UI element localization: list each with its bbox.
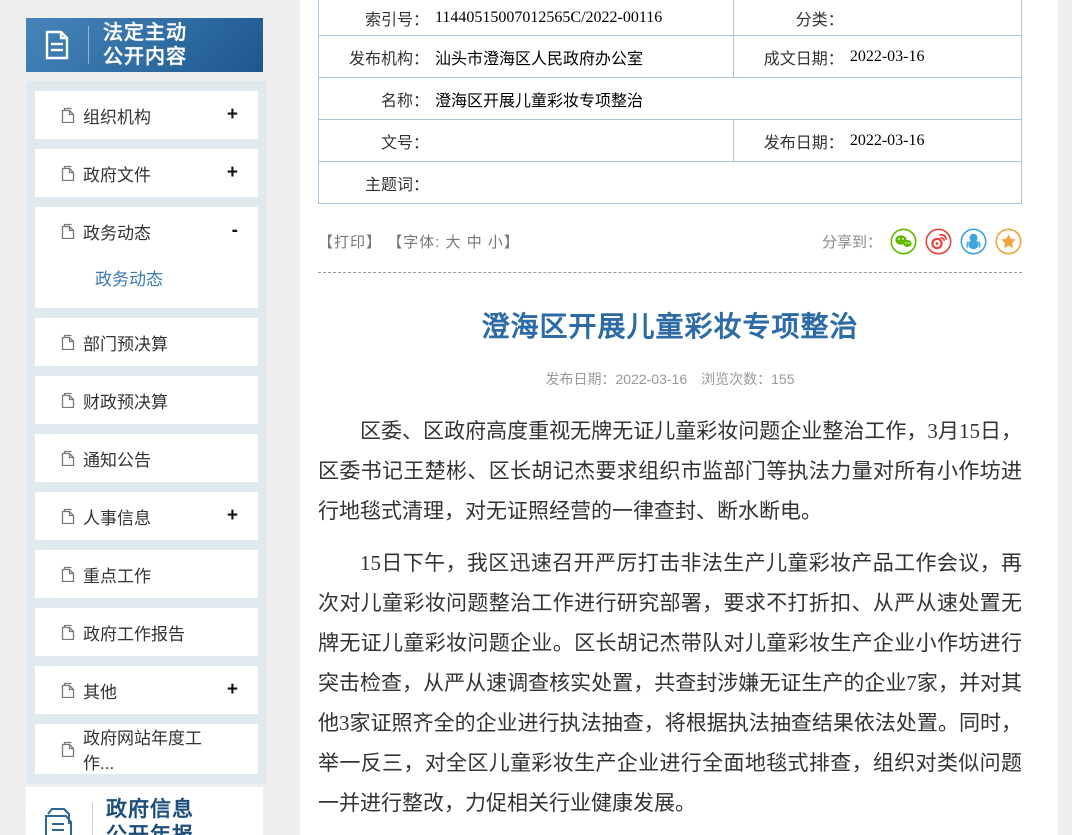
font-size-small-button[interactable]: 小】	[488, 234, 520, 251]
publish-date-label: 发布日期：	[763, 135, 844, 152]
table-row: 索引号： 11440515007012565C/2022-00116 分类：	[319, 0, 1021, 36]
keywords-label: 主题词：	[364, 177, 429, 194]
sidebar-item-label: 政务动态	[83, 223, 151, 243]
index-number-value: 11440515007012565C/2022-00116	[435, 9, 663, 26]
sidebar-item-label: 政府工作报告	[83, 624, 185, 644]
collapse-minus-icon[interactable]: -	[226, 220, 238, 242]
table-row: 名称： 澄海区开展儿童彩妆专项整治	[319, 78, 1021, 120]
sidebar-header2-title: 政府信息 公开年报	[106, 798, 194, 835]
page-icon	[61, 223, 75, 239]
sidebar-item-label: 部门预决算	[83, 334, 168, 354]
report-folder-icon	[26, 802, 92, 835]
sidebar-item-notices[interactable]: 通知公告	[35, 434, 258, 482]
expand-plus-icon[interactable]: +	[221, 104, 238, 126]
sidebar-item-label: 其他	[83, 682, 117, 702]
font-size-large-button[interactable]: 大	[446, 234, 462, 251]
doc-name-label: 名称：	[380, 93, 429, 110]
sidebar-header-title: 法定主动 公开内容	[103, 22, 187, 68]
expand-plus-icon[interactable]: +	[221, 162, 238, 184]
font-size-medium-button[interactable]: 中	[467, 234, 483, 251]
share-bar: 分享到：	[822, 228, 1022, 255]
sidebar-item-label: 政府网站年度工作...	[83, 729, 202, 773]
sidebar-item-label: 组织机构	[83, 107, 151, 127]
sidebar-item-other[interactable]: 其他 +	[35, 666, 258, 714]
sidebar-item-label: 通知公告	[83, 450, 151, 470]
sidebar: 法定主动 公开内容 组织机构 + 政府文件 + 政务动态 - 政务动态 部门预决…	[0, 0, 300, 835]
print-button[interactable]: 【打印】	[318, 234, 382, 251]
sidebar-item-dept-budget[interactable]: 部门预决算	[35, 318, 258, 366]
page-icon	[61, 566, 75, 582]
sidebar-header-annual-report[interactable]: 政府信息 公开年报	[26, 787, 263, 835]
page-icon	[61, 165, 75, 181]
article-body: 区委、区政府高度重视无牌无证儿童彩妆问题企业整治工作，3月15日，区委书记王楚彬…	[318, 411, 1022, 823]
expand-plus-icon[interactable]: +	[221, 679, 238, 701]
font-size-prefix: 【字体:	[387, 233, 441, 251]
sidebar-item-gov-news[interactable]: 政务动态 -	[35, 207, 258, 255]
sidebar-header-legal-disclosure[interactable]: 法定主动 公开内容	[26, 18, 263, 72]
dashed-divider	[318, 272, 1022, 273]
category-label: 分类：	[795, 12, 844, 29]
page-icon	[61, 624, 75, 640]
sidebar-item-organization[interactable]: 组织机构 +	[35, 91, 258, 139]
sidebar-item-key-work[interactable]: 重点工作	[35, 550, 258, 598]
page-icon	[61, 107, 75, 123]
written-date-label: 成文日期：	[763, 51, 844, 68]
article-meta: 发布日期：2022-03-16 浏览次数：155	[318, 369, 1022, 389]
article-view-count: 浏览次数：155	[701, 371, 795, 387]
weibo-share-icon[interactable]	[925, 228, 952, 255]
article: 澄海区开展儿童彩妆专项整治 发布日期：2022-03-16 浏览次数：155 区委…	[318, 305, 1022, 823]
sidebar-subitem-gov-news-active[interactable]: 政务动态	[35, 255, 258, 294]
publish-date-value: 2022-03-16	[849, 132, 925, 149]
sidebar-item-website-annual-work[interactable]: 政府网站年度工作...	[35, 724, 258, 774]
article-publish-date: 发布日期：2022-03-16	[545, 371, 688, 387]
sidebar-item-label: 人事信息	[83, 508, 151, 528]
sidebar-item-personnel[interactable]: 人事信息 +	[35, 492, 258, 540]
article-toolbar: 【打印】 【字体: 大 中 小】 分享到：	[318, 226, 1022, 256]
page-icon	[61, 508, 75, 524]
table-row: 文号： 发布日期： 2022-03-16	[319, 120, 1021, 162]
written-date-value: 2022-03-16	[849, 48, 925, 65]
sidebar-item-label: 财政预决算	[83, 392, 168, 412]
qq-share-icon[interactable]	[960, 228, 987, 255]
print-font-controls: 【打印】 【字体: 大 中 小】	[318, 231, 520, 252]
sidebar-item-label: 政府文件	[83, 165, 151, 185]
article-paragraph: 区委、区政府高度重视无牌无证儿童彩妆问题企业整治工作，3月15日，区委书记王楚彬…	[318, 419, 1022, 523]
article-paragraph: 15日下午，我区迅速召开严厉打击非法生产儿童彩妆产品工作会议，再次对儿童彩妆问题…	[318, 551, 1022, 815]
page-icon	[61, 682, 75, 698]
document-meta-table: 索引号： 11440515007012565C/2022-00116 分类： 发…	[318, 0, 1022, 204]
page-icon	[61, 741, 75, 757]
table-row: 主题词：	[319, 162, 1021, 204]
sidebar-item-gov-work-report[interactable]: 政府工作报告	[35, 608, 258, 656]
publisher-value: 汕头市澄海区人民政府办公室	[435, 51, 644, 68]
page-icon	[61, 392, 75, 408]
article-title: 澄海区开展儿童彩妆专项整治	[481, 311, 859, 342]
sidebar-item-label: 重点工作	[83, 566, 151, 586]
doc-number-label: 文号：	[380, 135, 429, 152]
expand-plus-icon[interactable]: +	[221, 505, 238, 527]
page-icon	[61, 450, 75, 466]
sidebar-group-gov-news: 政务动态 - 政务动态	[35, 207, 258, 308]
sidebar-menu: 组织机构 + 政府文件 + 政务动态 - 政务动态 部门预决算 财政预决算 通知…	[26, 81, 267, 784]
publisher-label: 发布机构：	[348, 51, 429, 68]
share-label: 分享到：	[821, 233, 882, 251]
index-number-label: 索引号：	[364, 12, 429, 29]
table-row: 发布机构： 汕头市澄海区人民政府办公室 成文日期： 2022-03-16	[319, 36, 1021, 78]
page-icon	[61, 334, 75, 350]
sidebar-item-gov-documents[interactable]: 政府文件 +	[35, 149, 258, 197]
doc-name-value: 澄海区开展儿童彩妆专项整治	[435, 93, 644, 110]
document-icon	[26, 27, 88, 63]
favorite-star-share-icon[interactable]	[995, 228, 1022, 255]
wechat-share-icon[interactable]	[890, 228, 917, 255]
main-content: 索引号： 11440515007012565C/2022-00116 分类： 发…	[300, 0, 1058, 835]
sidebar-item-finance-budget[interactable]: 财政预决算	[35, 376, 258, 424]
